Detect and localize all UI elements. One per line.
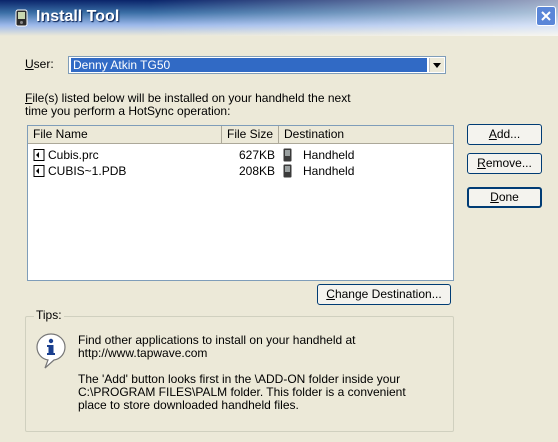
- tips-title: Tips:: [34, 308, 64, 322]
- intro-line-2: time you perform a HotSync operation:: [25, 104, 231, 118]
- file-destination: Handheld: [303, 148, 355, 162]
- title-bar-fade: [150, 0, 558, 36]
- close-button[interactable]: [536, 6, 556, 26]
- intro-line-1: File(s) listed below will be installed o…: [25, 91, 351, 105]
- file-size: 627KB: [238, 148, 275, 162]
- tip-line-2: http://www.tapwave.com: [78, 346, 208, 360]
- file-row[interactable]: Cubis.prc 627KB Handheld: [28, 147, 453, 163]
- file-row[interactable]: CUBIS~1.PDB 208KB Handheld: [28, 163, 453, 179]
- column-header-file-size[interactable]: File Size: [222, 126, 279, 143]
- chevron-down-icon: [433, 63, 441, 68]
- palm-install-icon: [15, 9, 28, 27]
- user-label: User:: [25, 57, 54, 71]
- change-destination-button[interactable]: Change Destination...: [317, 284, 451, 305]
- file-destination: Handheld: [303, 164, 355, 178]
- remove-button[interactable]: Remove...: [467, 153, 542, 174]
- window-title: Install Tool: [36, 8, 120, 25]
- info-icon: [36, 333, 66, 369]
- file-list[interactable]: File Name File Size Destination Cubis.pr…: [27, 125, 454, 281]
- file-size: 208KB: [238, 164, 275, 178]
- column-header-file-name[interactable]: File Name: [28, 126, 222, 143]
- tip-line-5: place to store downloaded handheld files…: [78, 398, 299, 412]
- file-name: Cubis.prc: [48, 148, 99, 162]
- file-name: CUBIS~1.PDB: [48, 164, 127, 178]
- handheld-icon: [283, 148, 292, 162]
- user-dropdown-value: Denny Atkin TG50: [71, 58, 427, 72]
- close-icon: [541, 11, 551, 21]
- user-dropdown[interactable]: Denny Atkin TG50: [68, 56, 446, 74]
- done-button[interactable]: Done: [467, 187, 542, 208]
- dropdown-arrow-button[interactable]: [429, 58, 444, 72]
- handheld-icon: [283, 164, 292, 178]
- column-header-destination[interactable]: Destination: [279, 126, 453, 143]
- palm-file-icon: [33, 165, 45, 177]
- add-button[interactable]: Add...: [467, 124, 542, 145]
- palm-file-icon: [33, 149, 45, 161]
- file-list-header: File Name File Size Destination: [28, 126, 453, 144]
